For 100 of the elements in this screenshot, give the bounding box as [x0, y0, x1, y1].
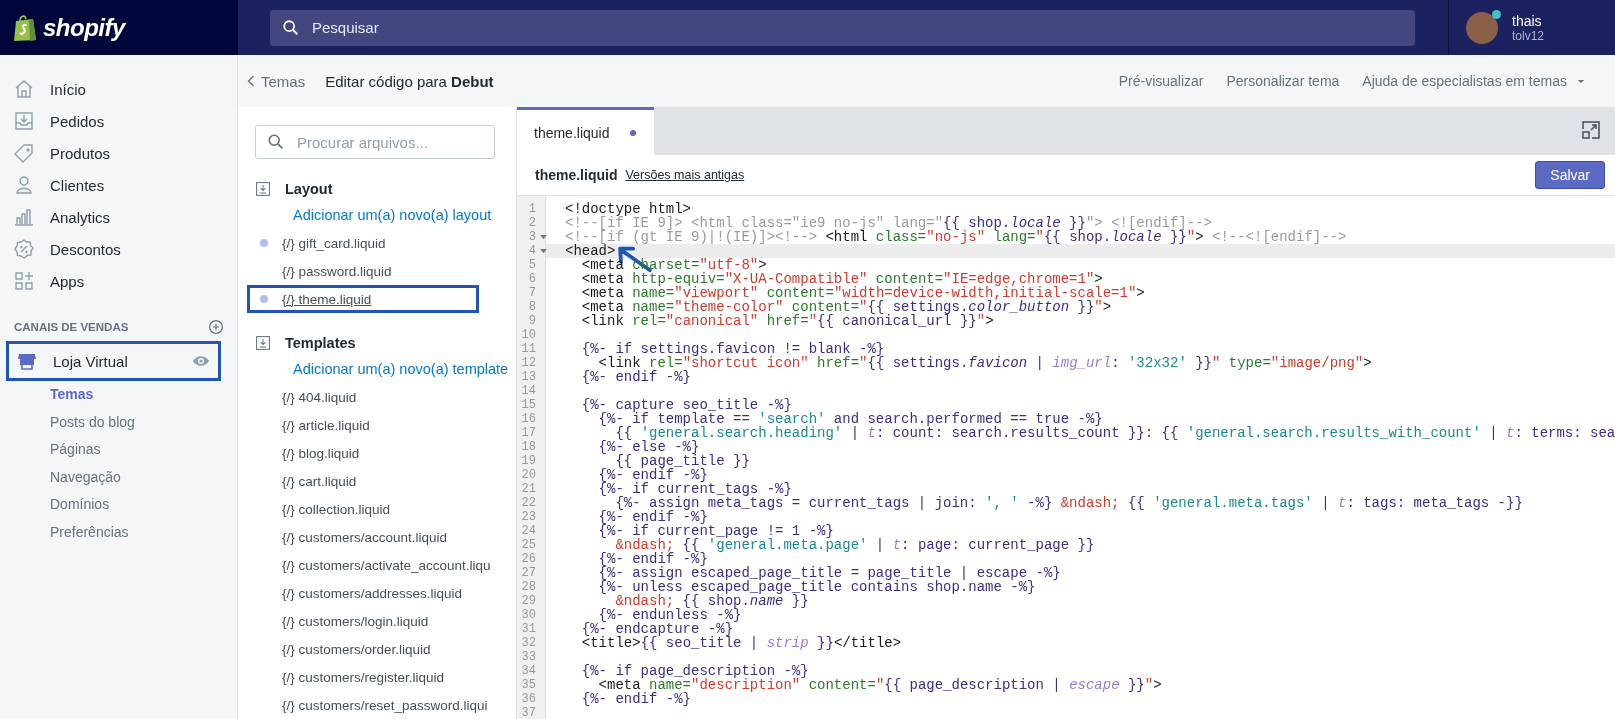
nav-subitem[interactable]: Temas: [0, 381, 237, 409]
fold-arrow-icon[interactable]: [540, 235, 547, 240]
line-number: 17: [521, 426, 536, 440]
logo-wordmark[interactable]: shopify: [43, 13, 125, 42]
code-line: {%- if settings.favicon != blank -%}: [580, 341, 885, 357]
code-line: {%- if current_page != 1 -%}: [597, 523, 834, 539]
nav-item[interactable]: Apps: [0, 265, 237, 297]
line-number: 37: [521, 706, 536, 719]
line-number: 1: [528, 202, 536, 216]
line-number: 31: [521, 622, 536, 636]
code-line: {%- endunless -%}: [598, 607, 742, 623]
file-item[interactable]: {/} blog.liquid: [247, 439, 479, 467]
chevron-left-icon: [247, 74, 255, 88]
code-line: <head>: [565, 243, 616, 259]
nav-subitem[interactable]: Domínios: [0, 491, 237, 519]
person-icon: [14, 175, 34, 195]
nav-subitem[interactable]: Navegação: [0, 463, 237, 491]
folder-icon: [255, 181, 271, 197]
line-number: 2: [528, 216, 536, 230]
header-action-link[interactable]: Personalizar tema: [1226, 73, 1340, 89]
line-number: 6: [528, 272, 536, 286]
nav-subitem[interactable]: Páginas: [0, 436, 237, 464]
save-button[interactable]: Salvar: [1535, 161, 1605, 189]
code-line: {%- if current_tags -%}: [597, 481, 792, 497]
add-icon[interactable]: [208, 319, 224, 335]
home-icon: [14, 79, 34, 99]
fold-arrow-icon[interactable]: [540, 249, 547, 254]
file-item[interactable]: {/} customers/order.liquid: [247, 635, 479, 663]
expand-icon[interactable]: [1581, 120, 1601, 140]
code-line: <meta name="viewport" content="width=device-width,initial-scale=1">: [580, 285, 1145, 301]
back-link[interactable]: Temas: [247, 72, 306, 90]
line-number: 35: [521, 678, 536, 692]
shopping-bag-icon: [13, 13, 37, 42]
line-number: 3: [528, 230, 536, 244]
bar-chart-icon: [14, 207, 34, 227]
add-file-link[interactable]: Adicionar um(a) novo(a) layout: [255, 201, 516, 229]
code-line: <!--[if IE 9]> <html class="ie9 no-js" lang="{{ shop.locale }}"> <![endif]-->: [565, 215, 1212, 231]
line-number: 19: [521, 454, 536, 468]
file-item[interactable]: {/} theme.liquid: [247, 285, 479, 313]
line-number: 5: [528, 258, 536, 272]
file-item[interactable]: {/} customers/activate_account.liqu: [247, 551, 494, 579]
tag-icon: [14, 143, 34, 163]
code-line: &ndash; {{ shop.name }}: [615, 593, 809, 609]
nav-subitem[interactable]: Preferências: [0, 518, 237, 546]
header-action-link[interactable]: Pré-visualizar: [1118, 73, 1204, 89]
line-number: 22: [521, 496, 536, 510]
file-item[interactable]: {/} article.liquid: [247, 411, 479, 439]
line-number: 20: [521, 468, 536, 482]
nav-item[interactable]: Início: [0, 73, 237, 105]
nav-item[interactable]: Pedidos: [0, 105, 237, 137]
code-line: <title>{{ seo_title | strip }}</title>: [580, 635, 902, 651]
code-line: {%- endif -%}: [597, 467, 708, 483]
file-item[interactable]: {/} collection.liquid: [247, 495, 479, 523]
line-number: 7: [528, 286, 536, 300]
code-line: {%- endif -%}: [597, 509, 708, 525]
editor-tab[interactable]: theme.liquid: [517, 107, 654, 155]
header-action-link[interactable]: Ajuda de especialistas em temas: [1362, 73, 1585, 89]
file-item[interactable]: {/} customers/login.liquid: [247, 607, 479, 635]
file-search-input[interactable]: Procurar arquivos...: [295, 125, 479, 159]
code-line: &ndash; {{ 'general.meta.page' | t: page: current_page }}: [615, 537, 1095, 553]
code-line: <link rel="shortcut icon" href="{{ settings.favicon | img_url: '32x32' }}" type="image/png">: [598, 355, 1372, 371]
line-number: 29: [521, 594, 536, 608]
line-number: 27: [521, 566, 536, 580]
line-number: 21: [521, 482, 536, 496]
code-line: {{ page_title }}: [615, 453, 750, 469]
file-item[interactable]: {/} customers/addresses.liquid: [247, 579, 479, 607]
code-line: <meta http-equiv="X-UA-Compatible" content="IE=edge,chrome=1">: [580, 271, 1103, 287]
line-number: 11: [521, 342, 536, 356]
nav-item[interactable]: Produtos: [0, 137, 237, 169]
line-number: 14: [521, 384, 536, 398]
folder-title[interactable]: Templates: [285, 335, 356, 351]
line-number: 10: [521, 328, 536, 342]
file-search-field[interactable]: Procurar arquivos...: [255, 125, 495, 159]
file-item[interactable]: {/} customers/account.liquid: [247, 523, 479, 551]
search-icon: [282, 18, 300, 37]
code-line: {%- assign meta_tags = current_tags | join: ', ' -%} &ndash; {{ 'general.meta.tags' | t: tags: meta_tags -}}: [615, 495, 1523, 511]
sales-channel-item[interactable]: Loja Virtual: [6, 341, 221, 381]
nav-subitem[interactable]: Posts do blog: [0, 408, 237, 436]
nav-item[interactable]: Analytics: [0, 201, 237, 233]
code-line: {%- endif -%}: [580, 691, 692, 707]
nav-item[interactable]: Descontos: [0, 233, 237, 265]
older-versions-link[interactable]: Versões mais antigas: [625, 168, 745, 182]
percent-badge-icon: [14, 239, 34, 259]
file-item[interactable]: {/} customers/register.liquid: [247, 663, 479, 691]
add-file-link[interactable]: Adicionar um(a) novo(a) template: [255, 355, 516, 383]
inbox-icon: [14, 111, 34, 131]
file-item[interactable]: {/} cart.liquid: [247, 467, 479, 495]
nav-item[interactable]: Clientes: [0, 169, 237, 201]
code-line: <meta name="theme-color" content="{{ settings.color_button }}">: [580, 299, 1112, 315]
file-item[interactable]: {/} password.liquid: [247, 257, 479, 285]
file-item[interactable]: {/} customers/reset_password.liqui: [247, 691, 491, 719]
line-number: 16: [521, 412, 536, 426]
code-line: {%- endif -%}: [580, 369, 692, 385]
file-item[interactable]: {/} gift_card.liquid: [247, 229, 479, 257]
file-item[interactable]: {/} 404.liquid: [247, 383, 479, 411]
code-line: {%- unless escaped_page_title contains shop.name -%}: [597, 579, 1036, 595]
line-number: 12: [521, 356, 536, 370]
folder-title[interactable]: Layout: [285, 181, 333, 197]
file-name: theme.liquid: [535, 167, 618, 183]
code-line: {%- else -%}: [597, 439, 700, 455]
